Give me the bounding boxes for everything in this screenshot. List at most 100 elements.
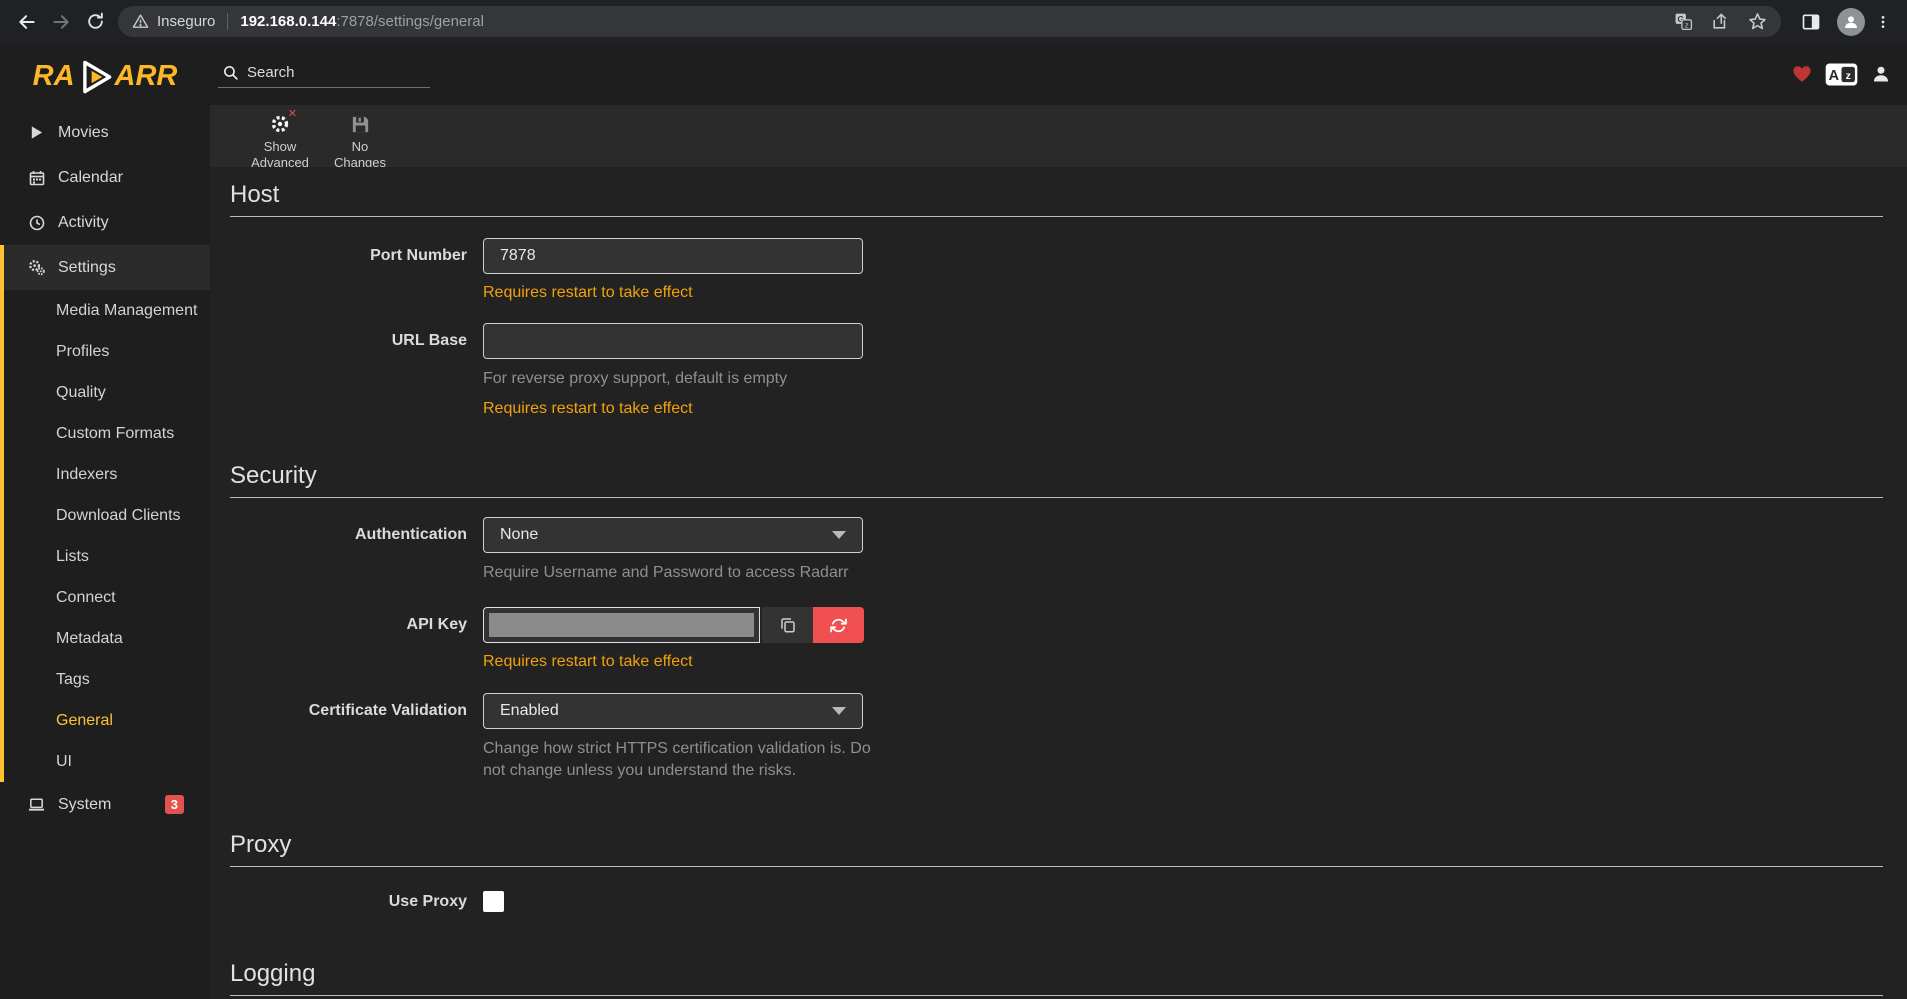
sidebar-item-general[interactable]: General xyxy=(4,700,210,741)
sidebar-item-movies[interactable]: Movies xyxy=(0,110,210,155)
browser-forward-icon[interactable] xyxy=(44,5,78,39)
url-path: :7878/settings/general xyxy=(336,13,484,30)
chevron-down-icon xyxy=(832,707,846,715)
sidebar-item-tags[interactable]: Tags xyxy=(4,659,210,700)
field-label: API Key xyxy=(230,607,483,634)
sub-item-label: Quality xyxy=(56,384,106,402)
sidebar-item-settings[interactable]: Settings xyxy=(4,245,210,290)
form-row-apikey: API Key Requires res xyxy=(230,607,1883,671)
sidebar-item-download-clients[interactable]: Download Clients xyxy=(4,495,210,536)
section-title: Host xyxy=(230,181,1883,217)
sub-item-label: Lists xyxy=(56,548,89,566)
clock-icon xyxy=(28,215,45,231)
regenerate-api-key-button[interactable] xyxy=(813,607,864,643)
settings-general-content: Host Port Number Requires restart to tak… xyxy=(210,167,1907,999)
save-floppy-icon xyxy=(350,114,371,135)
system-health-badge: 3 xyxy=(165,795,184,814)
sidebar: RA ARR Movies Calendar Activity Settings xyxy=(0,43,210,999)
logo-text-left: RA xyxy=(33,60,75,93)
no-changes-label-1: No xyxy=(352,139,369,154)
field-help: Change how strict HTTPS certification va… xyxy=(483,738,878,781)
section-host: Host Port Number Requires restart to tak… xyxy=(230,181,1883,418)
sidebar-item-quality[interactable]: Quality xyxy=(4,372,210,413)
sidebar-item-connect[interactable]: Connect xyxy=(4,577,210,618)
search-icon xyxy=(222,64,239,81)
settings-group: Settings Media Management Profiles Quali… xyxy=(0,245,210,782)
sidebar-item-profiles[interactable]: Profiles xyxy=(4,331,210,372)
field-label: Authentication xyxy=(230,517,483,544)
sidebar-item-media-management[interactable]: Media Management xyxy=(4,290,210,331)
heart-donate-icon[interactable] xyxy=(1792,65,1812,83)
user-icon[interactable] xyxy=(1871,64,1891,84)
sub-item-label: Download Clients xyxy=(56,507,181,525)
sub-item-label: Custom Formats xyxy=(56,425,174,443)
not-secure-label: Inseguro xyxy=(157,13,215,30)
sidebar-item-indexers[interactable]: Indexers xyxy=(4,454,210,495)
form-row-port: Port Number Requires restart to take eff… xyxy=(230,238,1883,302)
save-changes-button[interactable]: NoChanges xyxy=(328,112,392,171)
browser-menu-icon[interactable] xyxy=(1871,5,1895,39)
copy-icon xyxy=(779,616,797,634)
sidebar-item-activity[interactable]: Activity xyxy=(0,200,210,245)
url-base-input[interactable] xyxy=(483,323,863,359)
form-row-use-proxy: Use Proxy xyxy=(230,891,1883,912)
port-number-input[interactable] xyxy=(483,238,863,274)
field-label: Use Proxy xyxy=(230,893,483,911)
restart-warning: Requires restart to take effect xyxy=(483,400,863,418)
use-proxy-checkbox[interactable] xyxy=(483,891,504,912)
svg-text:A: A xyxy=(1829,67,1839,83)
sub-item-label: General xyxy=(56,712,113,730)
restart-warning: Requires restart to take effect xyxy=(483,653,864,671)
translate-widget-icon[interactable]: Az xyxy=(1825,63,1858,86)
api-key-redacted-value xyxy=(489,613,754,637)
sidebar-item-calendar[interactable]: Calendar xyxy=(0,155,210,200)
translate-icon[interactable]: Gz xyxy=(1674,12,1693,31)
field-label: Certificate Validation xyxy=(230,693,483,720)
certificate-validation-select[interactable]: Enabled xyxy=(483,693,863,729)
side-panel-icon[interactable] xyxy=(1801,12,1821,32)
browser-toolbar: Inseguro 192.168.0.144:7878/settings/gen… xyxy=(0,0,1907,43)
svg-text:z: z xyxy=(1846,69,1851,81)
show-advanced-label-1: Show xyxy=(264,139,297,154)
radarr-logo[interactable]: RA ARR xyxy=(0,43,210,110)
sidebar-item-ui[interactable]: UI xyxy=(4,741,210,782)
sub-item-label: Connect xyxy=(56,589,116,607)
restart-warning: Requires restart to take effect xyxy=(483,284,863,302)
sidebar-item-label: Movies xyxy=(58,124,109,142)
sidebar-item-system[interactable]: System 3 xyxy=(0,782,210,827)
sidebar-item-custom-formats[interactable]: Custom Formats xyxy=(4,413,210,454)
screen: Inseguro 192.168.0.144:7878/settings/gen… xyxy=(0,0,1907,999)
profile-avatar[interactable] xyxy=(1837,8,1865,36)
radarr-play-icon xyxy=(77,59,113,95)
authentication-select[interactable]: None xyxy=(483,517,863,553)
select-value: Enabled xyxy=(500,702,832,720)
browser-back-icon[interactable] xyxy=(10,5,44,39)
play-icon xyxy=(28,125,45,140)
browser-refresh-icon[interactable] xyxy=(78,5,112,39)
sidebar-item-label: System xyxy=(58,796,111,814)
sidebar-item-label: Activity xyxy=(58,214,109,232)
field-label: URL Base xyxy=(230,323,483,350)
svg-text:z: z xyxy=(1685,21,1689,29)
address-divider xyxy=(227,13,228,30)
bookmark-star-icon[interactable] xyxy=(1748,12,1767,31)
share-icon[interactable] xyxy=(1711,12,1730,31)
form-row-authentication: Authentication None Require Username and… xyxy=(230,517,1883,584)
search-input[interactable] xyxy=(247,64,417,81)
api-key-input[interactable] xyxy=(483,607,760,643)
sidebar-item-label: Calendar xyxy=(58,169,123,187)
sidebar-item-metadata[interactable]: Metadata xyxy=(4,618,210,659)
copy-api-key-button[interactable] xyxy=(762,607,813,643)
sub-item-label: Tags xyxy=(56,671,90,689)
sidebar-item-lists[interactable]: Lists xyxy=(4,536,210,577)
section-title: Logging xyxy=(230,960,1883,996)
address-bar[interactable]: Inseguro 192.168.0.144:7878/settings/gen… xyxy=(118,6,1781,37)
search-box[interactable] xyxy=(218,60,430,88)
form-row-cert-validation: Certificate Validation Enabled Change ho… xyxy=(230,693,1883,781)
gears-icon xyxy=(28,259,45,276)
sub-item-label: UI xyxy=(56,753,72,771)
show-advanced-button[interactable]: ✕ ShowAdvanced xyxy=(248,112,312,171)
section-security: Security Authentication None Require Use… xyxy=(230,462,1883,782)
form-row-urlbase: URL Base For reverse proxy support, defa… xyxy=(230,323,1883,418)
section-title: Security xyxy=(230,462,1883,498)
